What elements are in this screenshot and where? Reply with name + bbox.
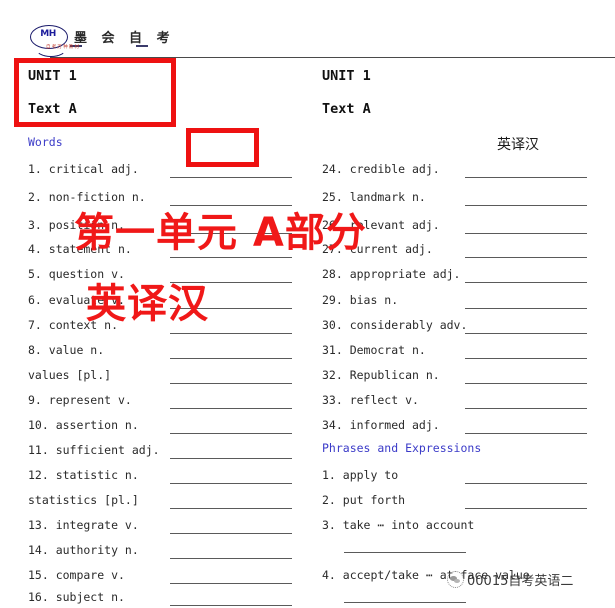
vocab-term: 32. Republican n. <box>322 368 440 382</box>
answer-blank[interactable] <box>170 458 292 459</box>
highlight-box-cn-heading <box>186 128 259 167</box>
answer-blank[interactable] <box>465 383 587 384</box>
answer-blank[interactable] <box>465 233 587 234</box>
vocab-term: 7. context n. <box>28 318 119 332</box>
answer-blank[interactable] <box>170 408 292 409</box>
logo-tagline: 自考万种教材 <box>46 45 81 50</box>
vocab-term: 34. informed adj. <box>322 418 440 432</box>
right-text-title: Text A <box>322 101 371 117</box>
logo-monogram-text: MH <box>40 29 56 39</box>
answer-blank[interactable] <box>170 233 292 234</box>
vocab-term: 26. relevant adj. <box>322 218 440 232</box>
answer-blank[interactable] <box>465 282 587 283</box>
answer-blank[interactable] <box>170 483 292 484</box>
vocab-term: 11. sufficient adj. <box>28 443 160 457</box>
vocab-term: 9. represent v. <box>28 393 132 407</box>
left-unit-title: UNIT 1 <box>28 68 77 84</box>
answer-blank[interactable] <box>170 205 292 206</box>
phrases-heading: Phrases and Expressions <box>322 441 482 455</box>
vocab-term: 1. critical adj. <box>28 162 139 176</box>
vocab-term: 12. statistic n. <box>28 468 139 482</box>
answer-blank[interactable] <box>465 308 587 309</box>
worksheet-page: MH 墨 会 自 考 自考万种教材 UNIT 1 Text A Words 1.… <box>0 0 615 606</box>
answer-blank[interactable] <box>465 408 587 409</box>
left-words-heading: Words <box>28 135 63 149</box>
vocab-term: 2. non-fiction n. <box>28 190 146 204</box>
vocab-term: statistics [pl.] <box>28 493 139 507</box>
answer-blank[interactable] <box>170 333 292 334</box>
right-cn-heading: 英译汉 <box>497 137 539 153</box>
vocab-term: 15. compare v. <box>28 568 125 582</box>
logo-brand-name: 墨 会 自 考 <box>74 30 175 46</box>
answer-blank[interactable] <box>465 257 587 258</box>
answer-blank[interactable] <box>465 177 587 178</box>
left-text-title: Text A <box>28 101 77 117</box>
answer-blank[interactable] <box>170 605 292 606</box>
answer-blank[interactable] <box>465 508 587 509</box>
phrase-term: 2. put forth <box>322 493 406 507</box>
answer-blank[interactable] <box>170 533 292 534</box>
answer-blank[interactable] <box>170 558 292 559</box>
vocab-term: 10. assertion n. <box>28 418 139 432</box>
vocab-term: 4. statement n. <box>28 242 132 256</box>
answer-blank[interactable] <box>465 205 587 206</box>
vocab-term: values [pl.] <box>28 368 112 382</box>
vocab-term: 24. credible adj. <box>322 162 440 176</box>
answer-blank[interactable] <box>465 433 587 434</box>
answer-blank[interactable] <box>465 333 587 334</box>
vocab-term: 30. considerably adv. <box>322 318 468 332</box>
answer-blank[interactable] <box>170 257 292 258</box>
vocab-term: 5. question v. <box>28 267 125 281</box>
phrase-term: 4. accept/take ⋯ at face value <box>322 568 530 582</box>
answer-blank[interactable] <box>170 308 292 309</box>
answer-blank[interactable] <box>465 483 587 484</box>
vocab-term: 16. subject n. <box>28 590 125 604</box>
logo-rule-right <box>136 45 148 47</box>
vocab-term: 27. current adj. <box>322 242 433 256</box>
vocab-term: 8. value n. <box>28 343 105 357</box>
answer-blank[interactable] <box>465 358 587 359</box>
vocab-term: 28. appropriate adj. <box>322 267 461 281</box>
vocab-term: 3. position n. <box>28 218 125 232</box>
answer-blank[interactable] <box>170 358 292 359</box>
vocab-term: 33. reflect v. <box>322 393 419 407</box>
vocab-term: 6. evaluate v. <box>28 293 125 307</box>
phrase-term: 1. apply to <box>322 468 399 482</box>
vocab-term: 31. Democrat n. <box>322 343 426 357</box>
answer-blank[interactable] <box>344 552 466 553</box>
answer-blank[interactable] <box>170 433 292 434</box>
answer-blank[interactable] <box>170 583 292 584</box>
vocab-term: 25. landmark n. <box>322 190 426 204</box>
vocab-term: 14. authority n. <box>28 543 139 557</box>
answer-blank[interactable] <box>170 508 292 509</box>
answer-blank[interactable] <box>170 383 292 384</box>
answer-blank[interactable] <box>170 177 292 178</box>
answer-blank[interactable] <box>170 282 292 283</box>
right-unit-title: UNIT 1 <box>322 68 371 84</box>
vocab-term: 13. integrate v. <box>28 518 139 532</box>
header-divider <box>50 57 615 58</box>
vocab-term: 29. bias n. <box>322 293 399 307</box>
phrase-term: 3. take ⋯ into account <box>322 518 475 532</box>
